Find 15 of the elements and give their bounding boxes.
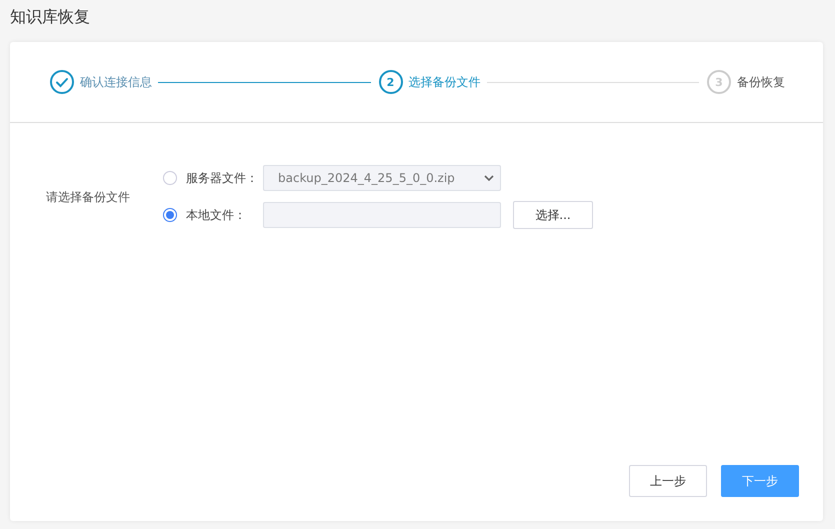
page-title: 知识库恢复 — [10, 6, 91, 28]
file-dropdown[interactable]: backup_2024_4_25_5_0_0.zip — [263, 165, 501, 191]
form-label: 请选择备份文件 — [46, 188, 131, 206]
step-label: 确认连接信息 — [80, 74, 152, 90]
step-number: 2 — [378, 70, 402, 94]
option-label: 服务器文件： — [186, 170, 259, 186]
radio-button[interactable] — [163, 208, 177, 222]
file-path-field[interactable] — [263, 202, 501, 228]
browse-button[interactable]: 选择... — [513, 201, 593, 229]
step-label: 选择备份文件 — [408, 74, 480, 90]
chevron-down-icon — [484, 175, 494, 181]
option-label: 本地文件： — [186, 206, 247, 224]
radio-button[interactable] — [163, 171, 177, 185]
step-label: 备份恢复 — [737, 74, 785, 90]
previous-button[interactable]: 上一步 — [629, 465, 707, 497]
